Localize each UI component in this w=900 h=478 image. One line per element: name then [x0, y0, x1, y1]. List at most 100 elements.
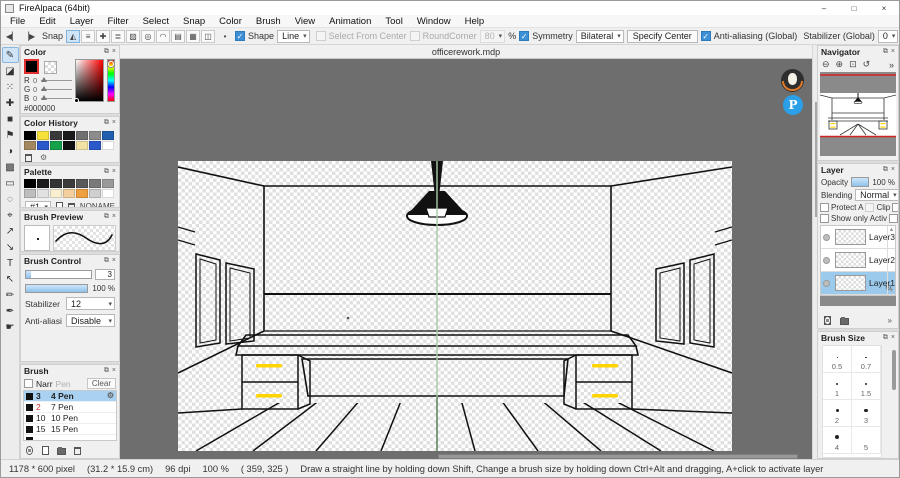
- color-swatch[interactable]: [63, 131, 75, 140]
- layer-visibility-dot[interactable]: [823, 279, 831, 287]
- color-swatch[interactable]: [63, 141, 75, 150]
- brush-size-cell[interactable]: 1.5: [852, 373, 881, 400]
- close-panel-icon[interactable]: ×: [891, 48, 895, 56]
- brush-size-cell[interactable]: 4: [823, 427, 852, 454]
- color-swatch[interactable]: [102, 141, 114, 150]
- color-swatch[interactable]: [102, 131, 114, 140]
- brush-size-cell[interactable]: 2: [823, 400, 852, 427]
- color-swatch[interactable]: [50, 131, 62, 140]
- brush-search-input[interactable]: Pen: [56, 379, 84, 389]
- menu-item[interactable]: Filter: [100, 16, 135, 27]
- layer-list-scrollbar[interactable]: ▲ ▼: [887, 226, 895, 295]
- layer-list-item[interactable]: Layer3 ⚙: [821, 226, 895, 249]
- tool-button[interactable]: ✎: [1, 47, 19, 63]
- new-page-icon[interactable]: [55, 202, 63, 207]
- tool-button[interactable]: ⁙: [2, 79, 19, 95]
- palette-swatch[interactable]: [63, 179, 75, 188]
- layer-visibility-dot[interactable]: [823, 256, 831, 264]
- float-panel-icon[interactable]: ⧉: [883, 48, 888, 56]
- palette-swatch[interactable]: [24, 189, 36, 198]
- close-panel-icon[interactable]: ×: [112, 168, 116, 176]
- tool-button[interactable]: ■: [2, 111, 19, 127]
- roundcorner-value[interactable]: 80 ▾: [479, 29, 506, 43]
- foreground-color-swatch[interactable]: [24, 59, 39, 74]
- duplicate-brush-icon[interactable]: [26, 446, 33, 455]
- trash-icon[interactable]: [67, 202, 75, 207]
- brush-size-cell[interactable]: 1: [823, 373, 852, 400]
- new-brush-icon[interactable]: [41, 446, 49, 455]
- antialias-select[interactable]: Disable ▾: [66, 314, 115, 327]
- pixiv-badge[interactable]: P: [783, 95, 803, 115]
- tool-button[interactable]: ✏: [2, 287, 19, 303]
- float-panel-icon[interactable]: ⧉: [104, 168, 109, 176]
- close-panel-icon[interactable]: ×: [891, 334, 895, 342]
- brush-settings-icon[interactable]: ⚙: [107, 392, 114, 400]
- zoom-in-icon[interactable]: ⊕: [836, 59, 844, 70]
- antialiasing-checkbox[interactable]: ✓: [700, 31, 711, 41]
- palette-swatch[interactable]: [50, 179, 62, 188]
- brush-size-cell[interactable]: 3: [852, 400, 881, 427]
- layer-more-icon[interactable]: »: [888, 316, 892, 325]
- navigator-more-icon[interactable]: »: [889, 60, 894, 70]
- reset-rotation-icon[interactable]: ↺: [863, 59, 871, 70]
- palette-swatch[interactable]: [63, 189, 75, 198]
- menu-item[interactable]: Color: [212, 16, 249, 27]
- canvas-workspace[interactable]: P: [120, 59, 812, 459]
- symmetry-checkbox[interactable]: ✓: [519, 31, 530, 41]
- brush-list-item[interactable]: 10 10 Pen ⚙: [24, 413, 116, 424]
- hue-bar[interactable]: [107, 59, 115, 102]
- color-swatch[interactable]: [24, 141, 36, 150]
- menu-item[interactable]: Brush: [249, 16, 288, 27]
- collapse-left-button[interactable]: ◀▏: [5, 30, 19, 43]
- brush-size-scrollbar[interactable]: [890, 344, 898, 458]
- tool-button[interactable]: ⌖: [2, 207, 19, 223]
- layer-list-item[interactable]: Layer1 ⚙: [821, 272, 895, 295]
- show-only-active-checkbox[interactable]: [820, 214, 829, 223]
- layer-list-item[interactable]: Layer2 ⚙: [821, 249, 895, 272]
- color-swatch[interactable]: [76, 141, 88, 150]
- trash-icon[interactable]: [25, 154, 32, 162]
- r-slider[interactable]: [41, 77, 72, 82]
- palette-swatch[interactable]: [76, 189, 88, 198]
- opacity-slider[interactable]: [851, 177, 870, 187]
- close-panel-icon[interactable]: ×: [891, 166, 895, 174]
- layer-visibility-dot[interactable]: [823, 233, 831, 241]
- stabilizer-global-select[interactable]: 0 ▾: [877, 29, 899, 43]
- color-swatch[interactable]: [37, 131, 49, 140]
- menu-item[interactable]: Edit: [32, 16, 62, 27]
- palette-swatch[interactable]: [102, 189, 114, 198]
- collapse-right-button[interactable]: ▕▶: [22, 30, 36, 43]
- new-folder-icon[interactable]: [840, 317, 849, 325]
- brush-folder-icon[interactable]: [56, 447, 66, 455]
- tool-button[interactable]: ◑: [2, 143, 19, 159]
- close-panel-icon[interactable]: ×: [112, 367, 116, 375]
- zoom-out-icon[interactable]: ⊖: [822, 59, 830, 70]
- snap-mode-button[interactable]: ▦: [186, 29, 201, 43]
- brush-size-slider[interactable]: [25, 270, 92, 279]
- tool-button[interactable]: ⚑: [2, 127, 19, 143]
- brush-list-item[interactable]: 3 4 Pen ⚙: [24, 391, 116, 402]
- snap-mode-button[interactable]: ≡: [81, 29, 96, 43]
- snap-mode-button[interactable]: ◫: [201, 29, 216, 43]
- tool-button[interactable]: ◌: [2, 191, 19, 207]
- snap-mode-button[interactable]: ◭: [66, 29, 81, 43]
- close-panel-icon[interactable]: ×: [112, 213, 116, 221]
- stabilizer-select[interactable]: 12 ▾: [66, 297, 115, 310]
- menu-item[interactable]: Snap: [176, 16, 212, 27]
- palette-swatch[interactable]: [89, 179, 101, 188]
- tool-button[interactable]: T: [2, 255, 19, 271]
- document-tab[interactable]: officerework.mdp: [432, 47, 500, 57]
- brush-size-cell[interactable]: 0.5: [823, 346, 852, 373]
- snap-mode-button[interactable]: ◠: [156, 29, 171, 43]
- b-slider[interactable]: [41, 95, 72, 100]
- clear-button[interactable]: Clear: [86, 378, 116, 389]
- palette-preset-select[interactable]: #1 ▾: [25, 201, 51, 207]
- float-panel-icon[interactable]: ⧉: [104, 213, 109, 221]
- palette-swatch[interactable]: [89, 189, 101, 198]
- palette-swatch[interactable]: [24, 179, 36, 188]
- artboard[interactable]: [178, 161, 732, 451]
- brush-filter-checkbox[interactable]: [24, 379, 33, 388]
- re-checkbox[interactable]: [889, 214, 898, 223]
- float-panel-icon[interactable]: ⧉: [104, 257, 109, 265]
- tool-button[interactable]: ✚: [2, 95, 19, 111]
